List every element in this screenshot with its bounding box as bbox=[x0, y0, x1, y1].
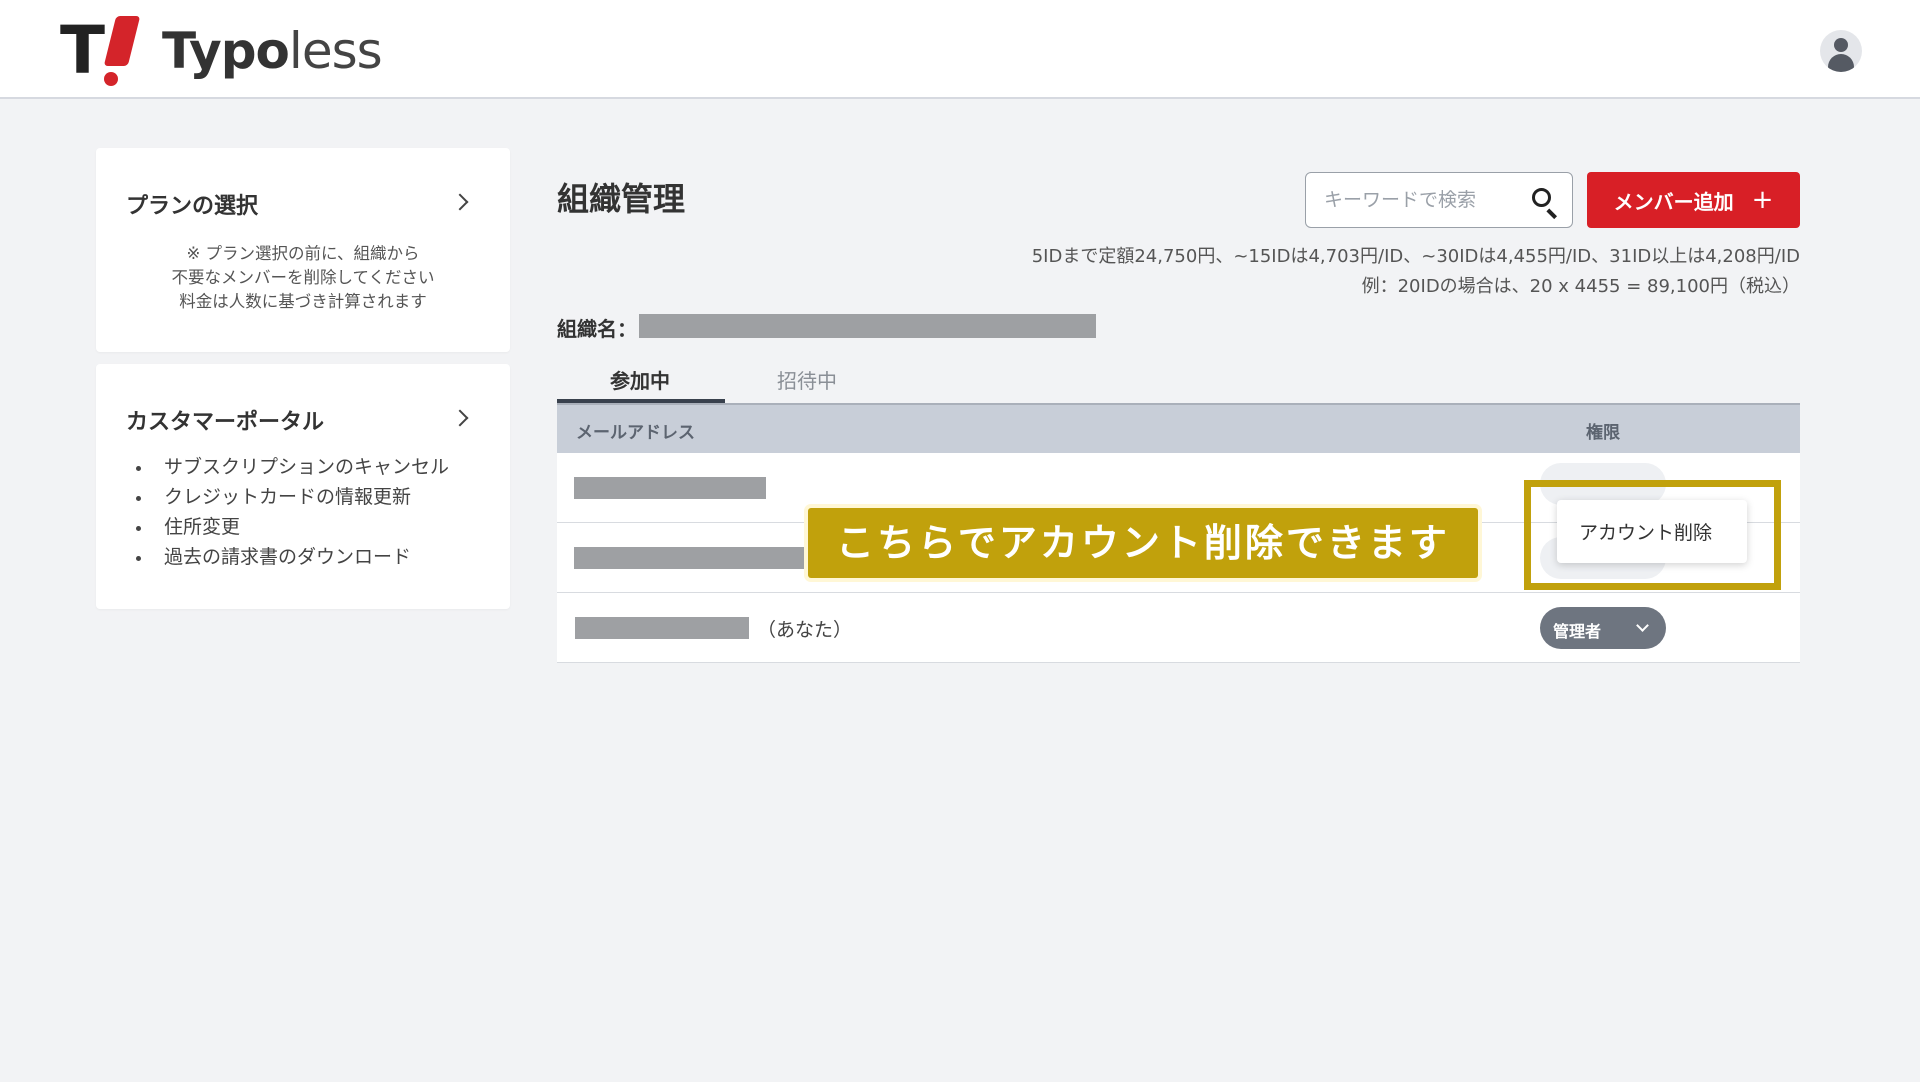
role-dropdown-menu: アカウント削除 bbox=[1557, 500, 1747, 563]
email-redacted bbox=[574, 477, 766, 499]
chevron-right-icon bbox=[451, 409, 469, 427]
search-icon-handle bbox=[1546, 208, 1558, 219]
plan-selection-note: ※ プラン選択の前に、組織から 不要なメンバーを削除してください 料金は人数に基… bbox=[96, 242, 510, 314]
role-label: 管理者 bbox=[1553, 622, 1602, 641]
user-icon[interactable] bbox=[1820, 30, 1862, 72]
pricing-example: 例：20IDの場合は、20 x 4455 = 89,100円（税込） bbox=[1361, 276, 1800, 297]
logo-mark-icon: T bbox=[60, 12, 141, 89]
column-role: 権限 bbox=[1586, 423, 1620, 443]
search-input[interactable] bbox=[1324, 185, 1524, 215]
logo-exclamation-bar bbox=[103, 16, 141, 66]
organization-name-label: 組織名： bbox=[557, 317, 637, 341]
search-icon-lens bbox=[1532, 188, 1551, 207]
customer-portal-card[interactable]: カスタマーポータル サブスクリプションのキャンセル クレジットカードの情報更新 … bbox=[96, 364, 510, 609]
list-item: クレジットカードの情報更新 bbox=[136, 482, 449, 512]
chevron-down-icon bbox=[1636, 619, 1649, 632]
pricing-line: 5IDまで定額24,750円、~15IDは4,703円/ID、~30IDは4,4… bbox=[1031, 246, 1800, 267]
list-item: 住所変更 bbox=[136, 512, 449, 542]
plus-icon: + bbox=[1751, 185, 1774, 215]
email-redacted bbox=[574, 547, 804, 569]
delete-account-menu-item[interactable]: アカウント削除 bbox=[1579, 518, 1712, 545]
organization-name-redacted bbox=[639, 314, 1096, 338]
table-row: （あなた） 管理者 bbox=[557, 593, 1800, 663]
logo-wordmark: Typoless bbox=[162, 16, 383, 86]
pricing-note: 5IDまで定額24,750円、~15IDは4,703円/ID、~30IDは4,4… bbox=[1032, 242, 1800, 302]
plan-note-line: 不要なメンバーを削除してください bbox=[171, 268, 435, 287]
page-title: 組織管理 bbox=[557, 180, 686, 218]
avatar-body bbox=[1828, 54, 1854, 72]
logo-wordmark-bold: Typo bbox=[162, 22, 290, 80]
column-email: メールアドレス bbox=[576, 423, 695, 443]
add-member-label: メンバー追加 bbox=[1613, 189, 1734, 214]
top-header: T Typoless bbox=[0, 0, 1920, 99]
list-item: 過去の請求書のダウンロード bbox=[136, 542, 449, 572]
email-redacted bbox=[575, 617, 749, 639]
add-member-button[interactable]: メンバー追加 + bbox=[1587, 172, 1800, 228]
active-tab-indicator bbox=[557, 399, 725, 403]
logo-exclamation-dot bbox=[104, 72, 118, 86]
chevron-right-icon bbox=[451, 193, 469, 211]
customer-portal-list: サブスクリプションのキャンセル クレジットカードの情報更新 住所変更 過去の請求… bbox=[136, 452, 449, 572]
tab-joined[interactable]: 参加中 bbox=[610, 365, 670, 394]
avatar-head bbox=[1834, 38, 1848, 52]
plan-selection-card[interactable]: プランの選択 ※ プラン選択の前に、組織から 不要なメンバーを削除してください … bbox=[96, 148, 510, 352]
search-icon[interactable] bbox=[1530, 186, 1560, 219]
member-tabs: 参加中 招待中 bbox=[557, 355, 1800, 405]
tab-invited[interactable]: 招待中 bbox=[777, 365, 837, 394]
plan-selection-title: プランの選択 bbox=[126, 194, 259, 219]
logo-mark-letter: T bbox=[60, 12, 106, 89]
role-select[interactable]: 管理者 bbox=[1540, 607, 1666, 649]
you-indicator: （あなた） bbox=[757, 619, 853, 641]
customer-portal-title: カスタマーポータル bbox=[126, 410, 325, 435]
table-header: メールアドレス 権限 bbox=[557, 405, 1800, 453]
plan-note-line: 料金は人数に基づき計算されます bbox=[179, 292, 427, 311]
list-item: サブスクリプションのキャンセル bbox=[136, 452, 449, 482]
annotation-banner: こちらでアカウント削除できます bbox=[808, 508, 1478, 578]
search-field[interactable] bbox=[1305, 172, 1573, 228]
typoless-logo[interactable]: T Typoless bbox=[60, 12, 383, 89]
plan-note-line: ※ プラン選択の前に、組織から bbox=[186, 244, 420, 263]
logo-wordmark-light: less bbox=[288, 22, 383, 80]
